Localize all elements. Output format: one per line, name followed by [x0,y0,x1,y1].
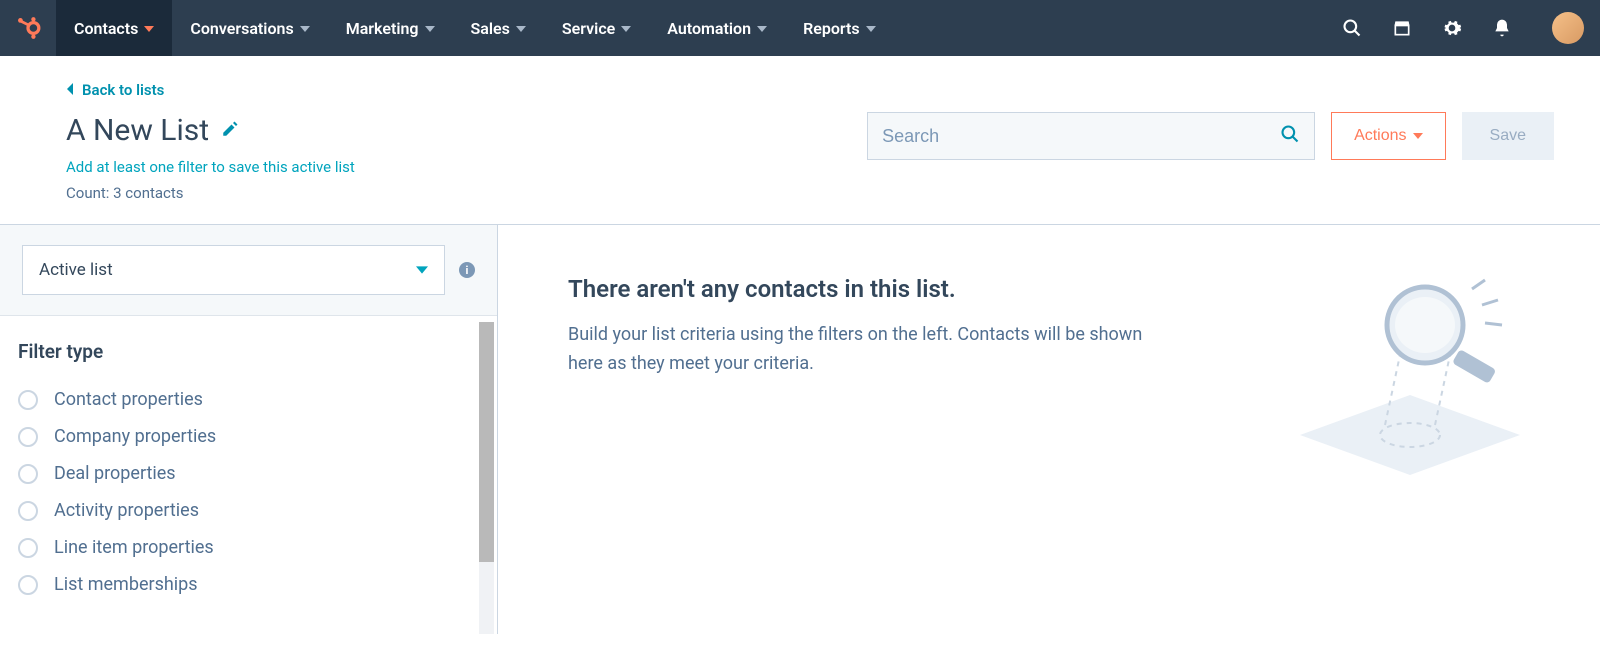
nav-conversations[interactable]: Conversations [172,0,327,56]
search-box[interactable] [867,112,1315,160]
filter-option-list-memberships[interactable]: List memberships [18,566,479,603]
list-type-select[interactable]: Active list [22,245,445,295]
list-type-label: Active list [39,260,113,280]
gear-icon[interactable] [1442,18,1462,38]
filter-label: Line item properties [54,537,214,558]
actions-label: Actions [1354,127,1406,145]
sidebar: Active list i Filter type Contact proper… [0,225,498,634]
filter-label: List memberships [54,574,198,595]
search-input[interactable] [882,126,1280,147]
nav-contacts[interactable]: Contacts [56,0,172,56]
nav-label: Service [562,19,615,38]
bell-icon[interactable] [1492,18,1512,38]
filter-section: Filter type Contact properties Company p… [0,316,497,634]
caret-down-icon [1413,131,1423,141]
radio-icon [18,464,38,484]
filter-option-company-properties[interactable]: Company properties [18,418,479,455]
filter-label: Deal properties [54,463,176,484]
empty-desc: Build your list criteria using the filte… [568,321,1148,379]
filter-label: Company properties [54,426,216,447]
radio-icon [18,427,38,447]
radio-icon [18,538,38,558]
filter-option-line-item-properties[interactable]: Line item properties [18,529,479,566]
pencil-icon[interactable] [221,120,239,142]
page-header: Back to lists A New List Add at least on… [0,56,1600,224]
filter-label: Activity properties [54,500,199,521]
back-label: Back to lists [82,81,164,99]
caret-down-icon [144,19,154,38]
filter-option-deal-properties[interactable]: Deal properties [18,455,479,492]
nav-label: Conversations [190,19,293,38]
nav-service[interactable]: Service [544,0,649,56]
radio-icon [18,575,38,595]
actions-button[interactable]: Actions [1331,112,1445,160]
caret-down-icon [300,19,310,38]
empty-title: There aren't any contacts in this list. [568,275,1148,303]
caret-down-icon [516,19,526,38]
filter-label: Contact properties [54,389,203,410]
nav-sales[interactable]: Sales [453,0,544,56]
count-text: Count: 3 contacts [66,184,1600,202]
info-icon[interactable]: i [459,262,475,278]
nav-automation[interactable]: Automation [649,0,785,56]
caret-down-icon [757,19,767,38]
nav-reports[interactable]: Reports [785,0,894,56]
caret-down-icon [866,19,876,38]
chevron-left-icon [66,81,74,99]
caret-down-icon [621,19,631,38]
body-area: Active list i Filter type Contact proper… [0,224,1600,634]
nav-label: Marketing [346,19,419,38]
nav-label: Sales [471,19,510,38]
empty-state: There aren't any contacts in this list. … [498,225,1600,634]
caret-down-icon [416,264,428,276]
filter-option-activity-properties[interactable]: Activity properties [18,492,479,529]
magnifier-illustration [1290,275,1530,475]
scrollbar[interactable] [479,322,494,634]
hint-text: Add at least one filter to save this act… [66,158,1600,176]
sidebar-top: Active list i [0,225,497,316]
marketplace-icon[interactable] [1392,18,1412,38]
filter-heading: Filter type [18,340,479,363]
search-icon[interactable] [1280,124,1300,148]
avatar[interactable] [1552,12,1584,44]
nav-label: Reports [803,19,860,38]
save-button[interactable]: Save [1462,112,1554,160]
back-link[interactable]: Back to lists [66,81,164,99]
filter-option-contact-properties[interactable]: Contact properties [18,381,479,418]
nav-marketing[interactable]: Marketing [328,0,453,56]
search-icon[interactable] [1342,18,1362,38]
nav-utility-icons [1342,18,1532,38]
nav-label: Automation [667,19,751,38]
radio-icon [18,501,38,521]
nav-label: Contacts [74,19,138,38]
nav-items: Contacts Conversations Marketing Sales S… [56,0,894,56]
top-nav: Contacts Conversations Marketing Sales S… [0,0,1600,56]
hubspot-logo[interactable] [0,0,56,56]
radio-icon [18,390,38,410]
page-title: A New List [66,113,209,148]
caret-down-icon [425,19,435,38]
scrollbar-thumb[interactable] [479,322,494,562]
